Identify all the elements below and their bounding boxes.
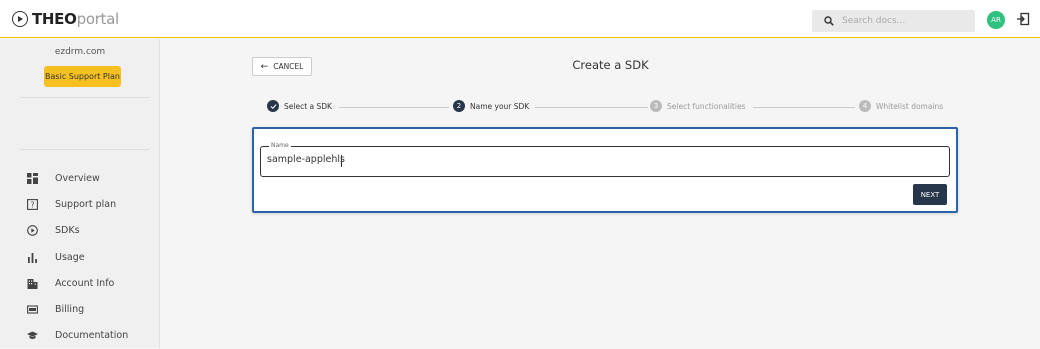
step-number: 2 xyxy=(453,100,465,112)
main-content: ← CANCEL Create a SDK Select a SDK 2 Nam… xyxy=(161,39,1040,348)
sidebar: ezdrm.com Basic Support Plan Overview ? … xyxy=(0,39,160,348)
step-connector xyxy=(339,106,449,108)
play-circle-icon xyxy=(26,225,38,237)
name-input[interactable] xyxy=(267,154,937,165)
sidebar-item-usage[interactable]: Usage xyxy=(0,244,160,270)
plan-badge[interactable]: Basic Support Plan xyxy=(44,66,121,87)
page-title: Create a SDK xyxy=(572,58,649,72)
sidebar-item-overview[interactable]: Overview xyxy=(0,165,160,191)
text-caret xyxy=(341,155,342,167)
org-name: ezdrm.com xyxy=(54,47,106,57)
sidebar-item-label: Documentation xyxy=(55,330,129,342)
step-connector xyxy=(535,106,649,108)
graduation-cap-icon xyxy=(26,330,38,342)
sidebar-item-account-info[interactable]: Account Info xyxy=(0,270,160,296)
sidebar-nav: Overview ? Support plan SDKs Usage Accou… xyxy=(0,165,160,349)
search-icon xyxy=(824,16,834,26)
stepper: Select a SDK 2 Name your SDK 3 Select fu… xyxy=(265,100,946,114)
step-whitelist-domains[interactable]: 4 Whitelist domains xyxy=(857,100,946,112)
avatar[interactable]: AR xyxy=(987,11,1005,29)
sidebar-item-label: Billing xyxy=(55,304,85,316)
sidebar-item-label: Usage xyxy=(55,251,85,263)
question-square-icon: ? xyxy=(26,198,38,210)
bill-icon xyxy=(26,304,38,316)
sidebar-item-sdks[interactable]: SDKs xyxy=(0,218,160,244)
step-number: 4 xyxy=(859,100,871,112)
sidebar-divider xyxy=(20,97,150,98)
step-label: Select a SDK xyxy=(284,101,332,111)
name-field[interactable]: Name xyxy=(260,142,950,177)
step-connector xyxy=(753,106,855,108)
sidebar-divider xyxy=(20,149,150,150)
search-box[interactable] xyxy=(812,10,975,32)
step-name-sdk[interactable]: 2 Name your SDK xyxy=(451,100,532,112)
top-bar: THEOportal AR xyxy=(0,0,1040,38)
sidebar-item-label: SDKs xyxy=(55,225,80,237)
sidebar-item-label: Account Info xyxy=(55,277,115,289)
building-icon xyxy=(26,277,38,289)
svg-text:?: ? xyxy=(30,200,34,209)
step-select-functionalities[interactable]: 3 Select functionalities xyxy=(648,100,748,112)
step-label: Select functionalities xyxy=(667,101,746,111)
sidebar-item-label: Support plan xyxy=(55,198,117,210)
play-logo-icon xyxy=(12,11,28,27)
logo-text-light: portal xyxy=(76,10,120,28)
name-field-label: Name xyxy=(269,142,291,149)
step-label: Whitelist domains xyxy=(876,101,944,111)
sidebar-item-support-plan[interactable]: ? Support plan xyxy=(0,191,160,217)
bar-chart-icon xyxy=(26,251,38,263)
name-sdk-card: Name NEXT xyxy=(252,127,958,213)
check-circle-icon xyxy=(267,100,279,112)
sidebar-item-label: Overview xyxy=(55,172,100,184)
grid-icon xyxy=(26,172,38,184)
sidebar-item-documentation[interactable]: Documentation xyxy=(0,323,160,349)
next-button[interactable]: NEXT xyxy=(913,184,947,205)
logout-icon[interactable] xyxy=(1016,12,1030,26)
theoportal-logo[interactable]: THEO portal xyxy=(12,10,119,28)
step-select-sdk[interactable]: Select a SDK xyxy=(265,100,334,112)
step-number: 3 xyxy=(650,100,662,112)
search-input[interactable] xyxy=(842,16,962,26)
logo-text-bold: THEO xyxy=(32,10,77,28)
step-label: Name your SDK xyxy=(470,101,530,111)
sidebar-item-billing[interactable]: Billing xyxy=(0,296,160,322)
